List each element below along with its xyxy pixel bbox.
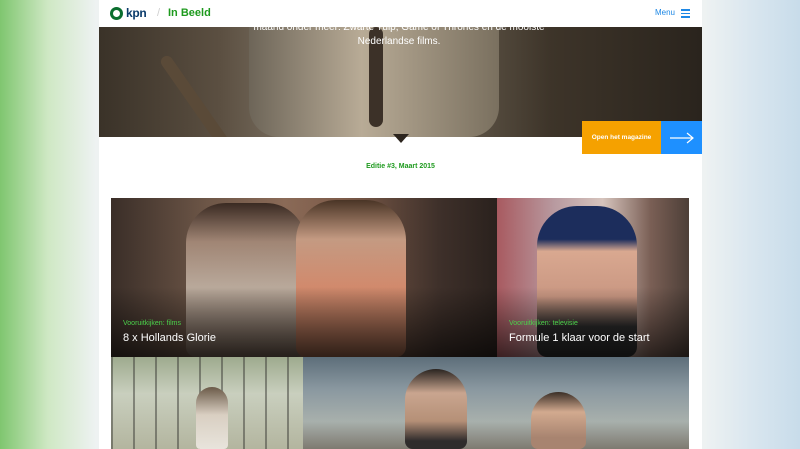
tile-image-man-right bbox=[531, 392, 586, 449]
hero-notch bbox=[393, 134, 409, 143]
hero-text: maand onder meer: Zwarte Tulp, Game of T… bbox=[253, 27, 545, 47]
logo-text: kpn bbox=[126, 6, 147, 20]
tile-category: Vooruitkijken: televisie bbox=[509, 320, 578, 327]
site-title[interactable]: In Beeld bbox=[168, 7, 211, 19]
hero-pole-shape bbox=[158, 53, 232, 137]
open-magazine-arrow-button[interactable] bbox=[661, 121, 702, 154]
tile-image-girl-back bbox=[196, 387, 228, 449]
tile-image-man-left bbox=[405, 369, 467, 449]
hamburger-menu-icon[interactable] bbox=[681, 9, 690, 18]
tile-title: Formule 1 klaar voor de start bbox=[509, 332, 650, 344]
menu-label[interactable]: Menu bbox=[655, 8, 675, 17]
tile-greenhouse[interactable] bbox=[111, 357, 303, 449]
page: kpn / In Beeld Menu maand onder meer: Zw… bbox=[99, 0, 702, 449]
arrow-right-icon bbox=[669, 132, 694, 143]
tile-tv[interactable]: Vooruitkijken: televisie Formule 1 klaar… bbox=[497, 198, 689, 357]
tile-title: 8 x Hollands Glorie bbox=[123, 332, 216, 344]
kpn-logo-icon bbox=[110, 6, 123, 20]
tile-films[interactable]: Vooruitkijken: films 8 x Hollands Glorie bbox=[111, 198, 497, 357]
header-separator: / bbox=[157, 7, 161, 19]
kpn-logo[interactable]: kpn bbox=[110, 5, 150, 21]
open-magazine-button[interactable]: Open het magazine bbox=[582, 121, 661, 154]
site-header: kpn / In Beeld Menu bbox=[99, 0, 702, 27]
edition-label: Editie #3, Maart 2015 bbox=[366, 163, 435, 170]
tile-portrait-men[interactable] bbox=[303, 357, 689, 449]
tile-category: Vooruitkijken: films bbox=[123, 320, 181, 327]
